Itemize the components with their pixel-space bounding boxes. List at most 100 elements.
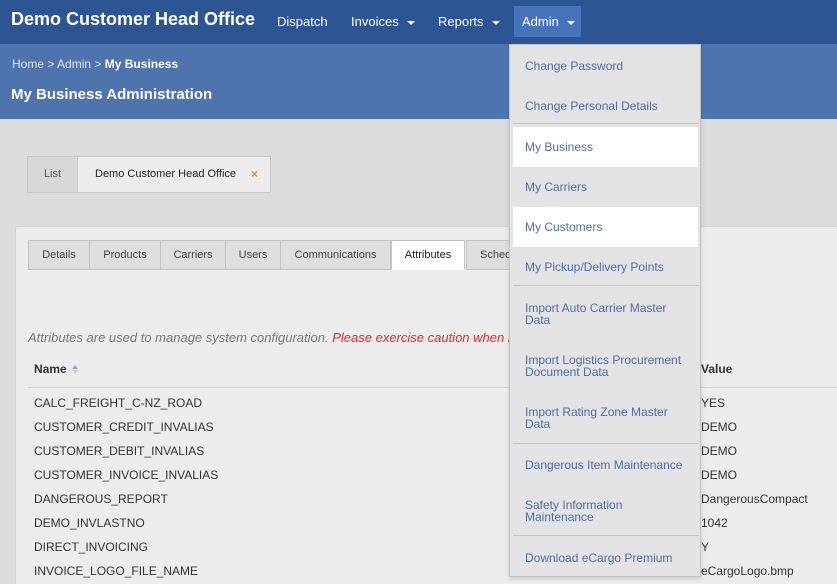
menu-item-download-premium[interactable]: Download eCargo Premium bbox=[510, 552, 700, 564]
menu-item-safety-information[interactable]: Safety Information Maintenance bbox=[510, 499, 700, 523]
attributes-note: Attributes are used to manage system con… bbox=[28, 330, 519, 345]
menu-item-label: Dangerous Item Maintenance bbox=[525, 458, 683, 472]
menu-item-label-line2: Data bbox=[525, 417, 551, 431]
menu-item-my-business[interactable]: My Business bbox=[513, 127, 698, 167]
top-navbar: Demo Customer Head Office Dispatch Invoi… bbox=[0, 0, 837, 44]
cell-name: CUSTOMER_CREDIT_INVALIAS bbox=[34, 420, 214, 434]
menu-item-label-line2: Document Data bbox=[525, 365, 609, 379]
breadcrumb-separator: > bbox=[94, 57, 102, 71]
breadcrumb-current: My Business bbox=[104, 57, 179, 71]
menu-item-label: Change Password bbox=[525, 59, 624, 73]
cell-name: DANGEROUS_REPORT bbox=[34, 492, 168, 506]
tab-products-label: Products bbox=[103, 249, 147, 261]
tab-carriers-label: Carriers bbox=[173, 249, 213, 261]
tab-communications-label: Communications bbox=[294, 249, 377, 261]
column-header-name[interactable]: Name bbox=[34, 362, 79, 376]
breadcrumb-admin[interactable]: Admin bbox=[57, 57, 91, 71]
nav-admin[interactable]: Admin bbox=[514, 6, 581, 37]
cell-value: 1042 bbox=[701, 516, 728, 530]
cell-value: DEMO bbox=[701, 420, 737, 434]
tab-users-label: Users bbox=[238, 249, 268, 261]
page-title: My Business Administration bbox=[11, 86, 213, 103]
table-row[interactable]: INVOICE_LOGO_FILE_NAME eCargoLogo.bmp bbox=[0, 564, 837, 584]
menu-item-import-rating-zone[interactable]: Import Rating Zone Master Data bbox=[510, 406, 700, 430]
cell-value: YES bbox=[701, 396, 726, 410]
menu-item-import-auto-carrier[interactable]: Import Auto Carrier Master Data bbox=[510, 302, 700, 326]
tab-details[interactable]: Details bbox=[28, 240, 90, 270]
cell-value: DEMO bbox=[701, 444, 737, 458]
cell-name: CUSTOMER_DEBIT_INVALIAS bbox=[34, 444, 205, 458]
table-header-divider bbox=[28, 387, 837, 388]
menu-item-change-personal-details[interactable]: Change Personal Details bbox=[510, 100, 700, 112]
menu-item-label: Download eCargo Premium bbox=[525, 551, 673, 565]
tab-record-label: Demo Customer Head Office bbox=[95, 168, 237, 180]
chevron-down-icon bbox=[406, 20, 415, 25]
close-icon[interactable]: × bbox=[251, 157, 258, 192]
tab-list-label: List bbox=[43, 168, 62, 180]
tab-schedule-label: Sched bbox=[480, 249, 512, 261]
table-row[interactable]: DANGEROUS_REPORT DangerousCompact bbox=[0, 492, 837, 516]
tab-record-active[interactable]: Demo Customer Head Office × bbox=[77, 156, 271, 193]
chevron-down-icon bbox=[566, 20, 575, 25]
menu-item-label: My Pickup/Delivery Points bbox=[525, 260, 664, 274]
menu-divider bbox=[513, 535, 699, 536]
menu-item-label-line2: Maintenance bbox=[525, 510, 594, 524]
breadcrumb-home[interactable]: Home bbox=[12, 57, 44, 71]
nav-invoices-label: Invoices bbox=[351, 14, 399, 29]
note-text: Attributes are used to manage system con… bbox=[28, 330, 329, 345]
cell-name: DIRECT_INVOICING bbox=[34, 540, 149, 554]
menu-item-label: My Business bbox=[525, 140, 594, 154]
menu-divider bbox=[513, 285, 699, 286]
column-header-name-label: Name bbox=[34, 362, 67, 376]
cell-name: INVOICE_LOGO_FILE_NAME bbox=[34, 564, 199, 578]
table-row[interactable]: DIRECT_INVOICING Y bbox=[0, 540, 837, 564]
admin-dropdown-menu: Change Password Change Personal Details … bbox=[509, 44, 701, 577]
menu-item-my-carriers[interactable]: My Carriers bbox=[510, 181, 700, 193]
tab-attributes-label: Attributes bbox=[404, 249, 452, 261]
nav-invoices[interactable]: Invoices bbox=[351, 0, 415, 44]
tab-attributes[interactable]: Attributes bbox=[391, 240, 465, 270]
cell-value: DEMO bbox=[701, 468, 737, 482]
menu-item-import-logistics[interactable]: Import Logistics Procurement Document Dat… bbox=[510, 354, 700, 378]
brand-title[interactable]: Demo Customer Head Office bbox=[11, 9, 255, 30]
menu-item-my-customers[interactable]: My Customers bbox=[513, 207, 698, 247]
table-row[interactable]: CUSTOMER_CREDIT_INVALIAS DEMO bbox=[0, 420, 837, 444]
cell-value: Y bbox=[701, 540, 710, 554]
table-row[interactable]: CALC_FREIGHT_C-NZ_ROAD YES bbox=[0, 396, 837, 420]
nav-dispatch-label: Dispatch bbox=[277, 14, 328, 29]
table-row[interactable]: CUSTOMER_DEBIT_INVALIAS DEMO bbox=[0, 444, 837, 468]
chevron-down-icon bbox=[491, 20, 500, 25]
menu-item-dangerous-item[interactable]: Dangerous Item Maintenance bbox=[510, 459, 700, 471]
tab-users[interactable]: Users bbox=[225, 240, 281, 270]
cell-value: DangerousCompact bbox=[701, 492, 808, 506]
menu-item-label: Change Personal Details bbox=[525, 99, 658, 113]
menu-item-change-password[interactable]: Change Password bbox=[510, 60, 700, 72]
tab-details-label: Details bbox=[42, 249, 76, 261]
menu-divider bbox=[513, 123, 699, 124]
table-row[interactable]: DEMO_INVLASTNO 1042 bbox=[0, 516, 837, 540]
cell-value: eCargoLogo.bmp bbox=[701, 564, 794, 578]
menu-item-label: My Carriers bbox=[525, 180, 587, 194]
table-row[interactable]: CUSTOMER_INVOICE_INVALIAS DEMO bbox=[0, 468, 837, 492]
menu-item-label-line2: Data bbox=[525, 313, 551, 327]
menu-item-label: My Customers bbox=[525, 220, 603, 234]
cell-name: CUSTOMER_INVOICE_INVALIAS bbox=[34, 468, 219, 482]
tab-list[interactable]: List bbox=[27, 156, 78, 193]
nav-admin-label: Admin bbox=[522, 14, 559, 29]
tab-communications[interactable]: Communications bbox=[280, 240, 391, 270]
menu-item-pickup-delivery-points[interactable]: My Pickup/Delivery Points bbox=[510, 261, 700, 273]
page-header: Home > Admin > My Business My Business A… bbox=[0, 44, 837, 119]
tab-carriers[interactable]: Carriers bbox=[160, 240, 226, 270]
nav-reports-label: Reports bbox=[438, 14, 484, 29]
cell-name: DEMO_INVLASTNO bbox=[34, 516, 145, 530]
column-header-value-label: Value bbox=[701, 362, 733, 376]
tab-products[interactable]: Products bbox=[89, 240, 161, 270]
nav-dispatch[interactable]: Dispatch bbox=[277, 0, 328, 44]
nav-reports[interactable]: Reports bbox=[438, 0, 500, 44]
column-header-value[interactable]: Value bbox=[701, 362, 732, 376]
menu-divider bbox=[513, 443, 699, 444]
cell-name: CALC_FREIGHT_C-NZ_ROAD bbox=[34, 396, 203, 410]
tab-schedule[interactable]: Sched bbox=[466, 240, 512, 270]
breadcrumb: Home > Admin > My Business bbox=[12, 57, 178, 71]
note-warning: Please exercise caution when m bbox=[332, 330, 519, 345]
